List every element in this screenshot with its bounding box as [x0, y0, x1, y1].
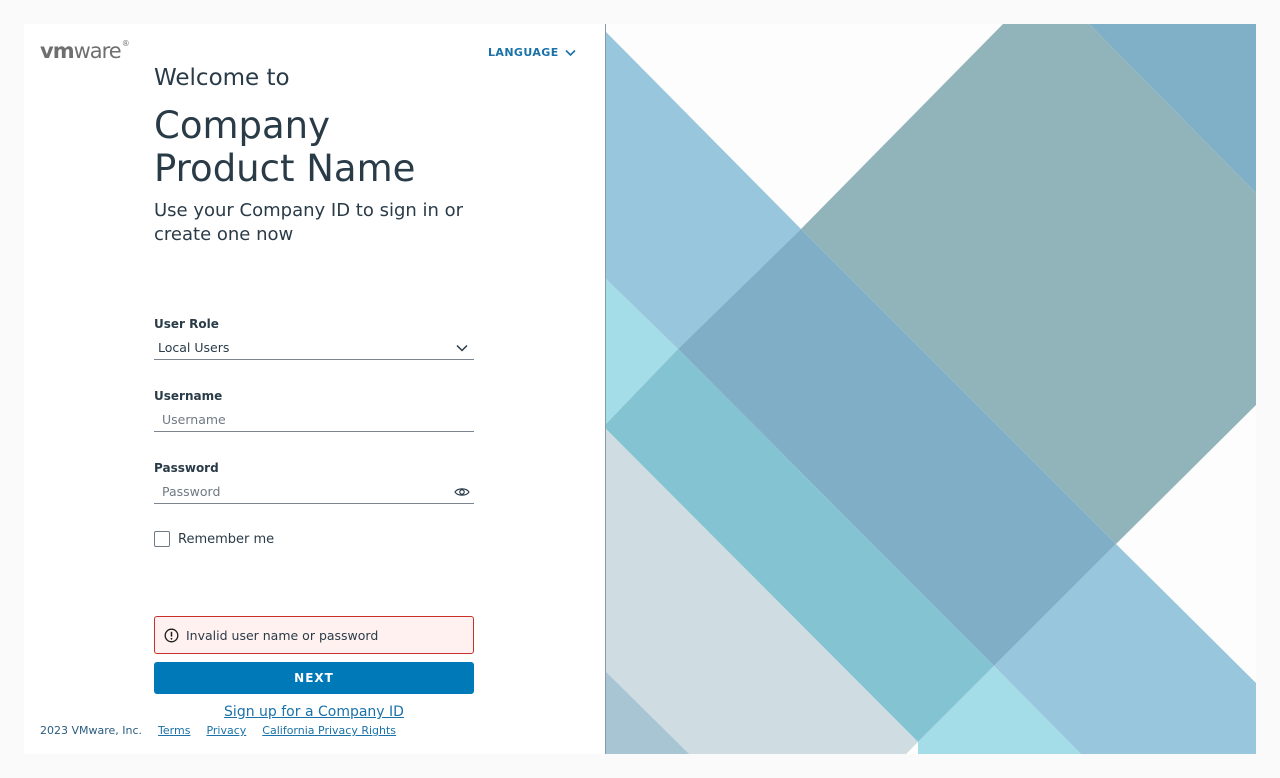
product-name-line2: Product Name: [154, 147, 416, 190]
product-name-line1: Company: [154, 104, 331, 147]
next-button[interactable]: NEXT: [154, 662, 474, 694]
user-role-select[interactable]: Local Users: [154, 336, 474, 360]
california-privacy-link[interactable]: California Privacy Rights: [262, 724, 396, 737]
error-message: Invalid user name or password: [186, 627, 379, 643]
chevron-down-icon: [452, 344, 472, 352]
vmware-logo: vmware®: [40, 39, 130, 63]
chevron-down-icon: [565, 49, 576, 56]
password-label: Password: [154, 461, 219, 475]
logo-ware-text: ware: [73, 39, 122, 63]
username-input[interactable]: [154, 407, 474, 432]
password-field: [154, 479, 474, 504]
username-label: Username: [154, 389, 223, 403]
remember-me-checkbox[interactable]: [154, 531, 170, 547]
error-alert: Invalid user name or password: [154, 616, 474, 654]
terms-link[interactable]: Terms: [158, 724, 190, 737]
decorative-pattern: [605, 24, 1256, 754]
welcome-text: Welcome to: [154, 65, 290, 91]
geometric-background: [606, 24, 1256, 754]
user-role-value: Local Users: [158, 340, 230, 355]
login-page: vmware® LANGUAGE Welcome to Company Prod…: [24, 24, 1256, 754]
logo-trademark: ®: [121, 39, 130, 48]
copyright-text: 2023 VMware, Inc.: [40, 724, 143, 737]
password-input[interactable]: [154, 479, 452, 504]
remember-me[interactable]: Remember me: [154, 531, 274, 547]
eye-icon[interactable]: [452, 486, 472, 498]
language-label: LANGUAGE: [488, 46, 559, 59]
subtitle: Use your Company ID to sign in or create…: [154, 200, 464, 245]
footer: 2023 VMware, Inc. Terms Privacy Californ…: [40, 724, 396, 737]
privacy-link[interactable]: Privacy: [206, 724, 246, 737]
signup-link[interactable]: Sign up for a Company ID: [154, 704, 474, 720]
language-selector[interactable]: LANGUAGE: [488, 46, 576, 59]
product-name: Company Product Name: [154, 104, 494, 190]
remember-me-label: Remember me: [178, 531, 275, 547]
logo-vm-text: vm: [40, 39, 75, 63]
login-panel: vmware® LANGUAGE Welcome to Company Prod…: [24, 24, 605, 754]
user-role-label: User Role: [154, 317, 219, 331]
exclamation-circle-icon: [164, 628, 179, 642]
username-field: [154, 407, 474, 432]
